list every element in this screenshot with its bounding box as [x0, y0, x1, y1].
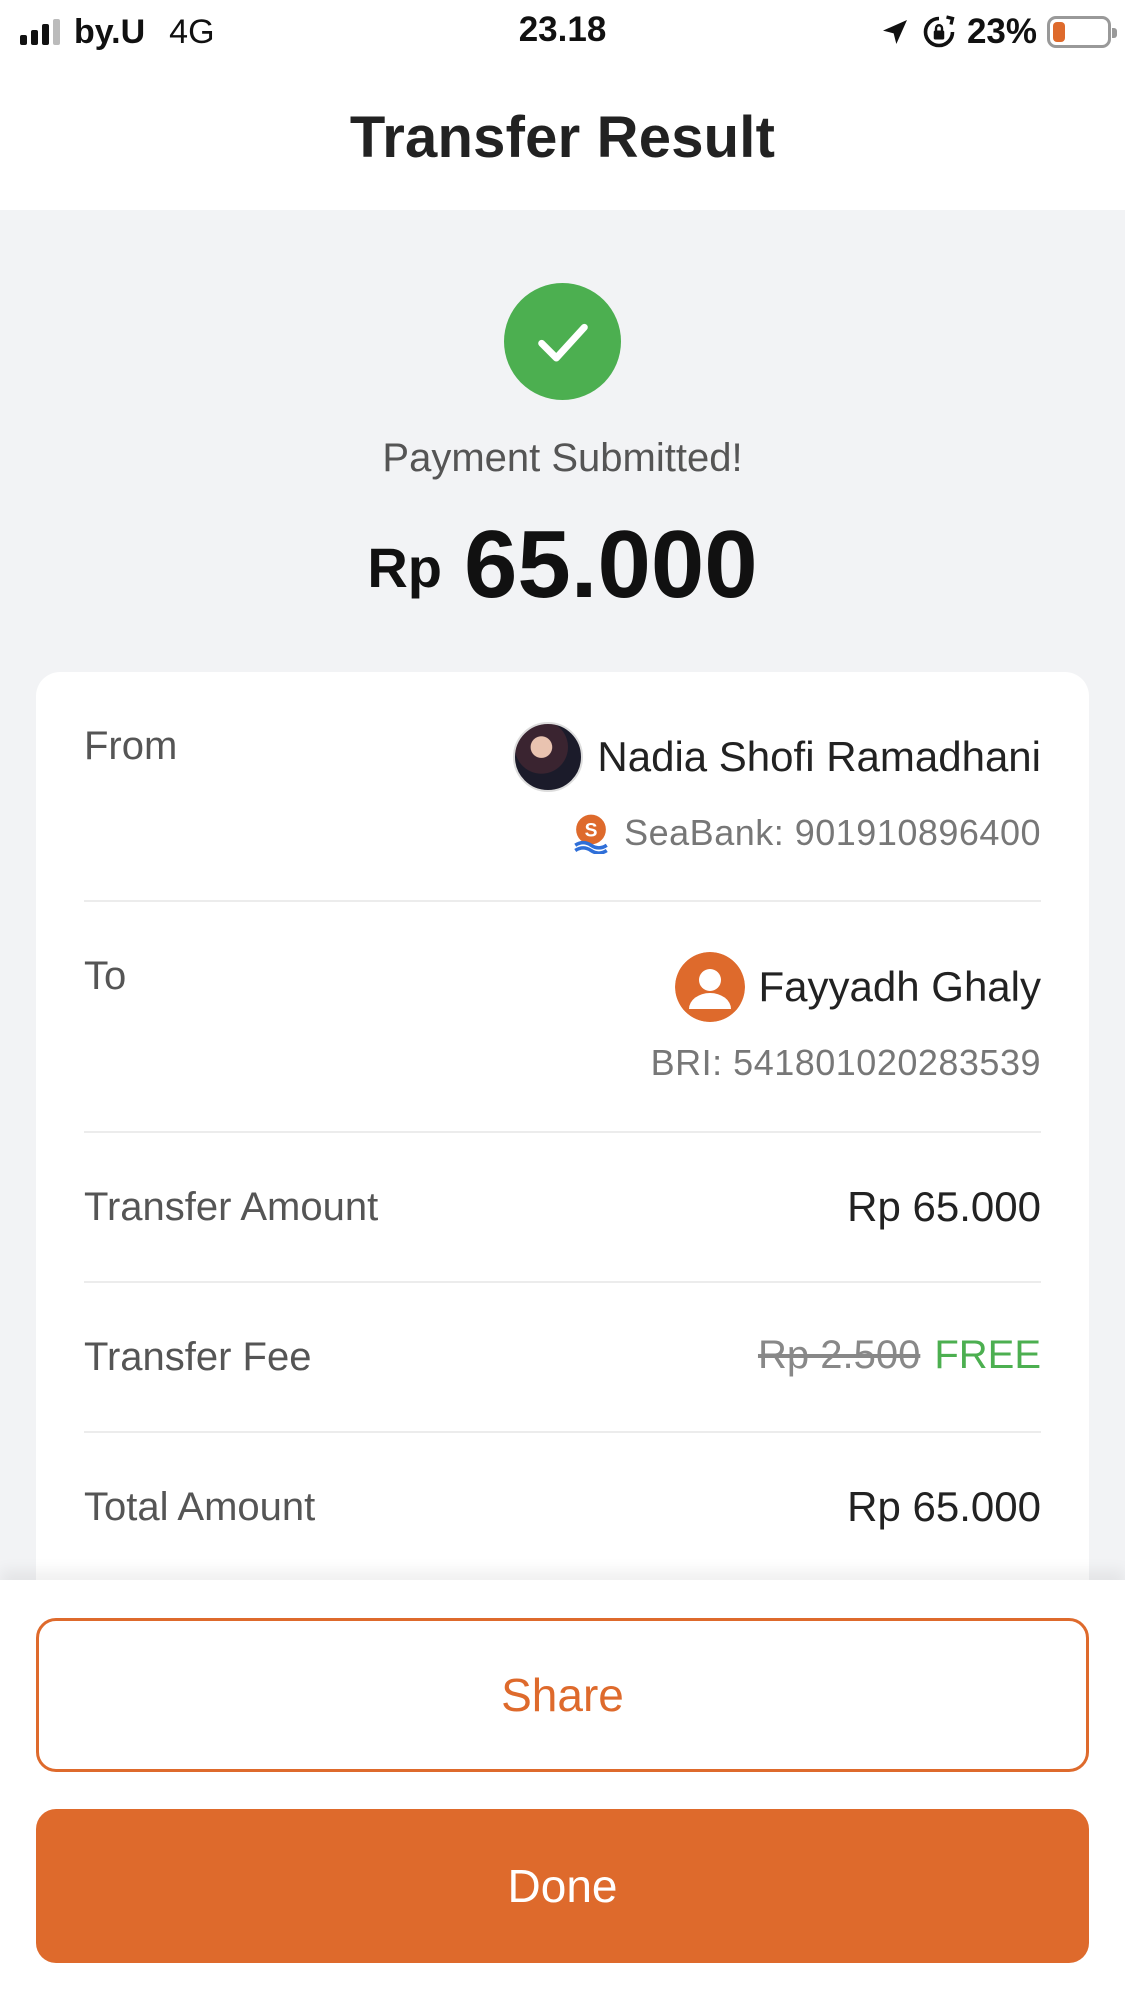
check-circle-icon — [504, 283, 621, 400]
bottom-action-bar: Share Done — [0, 1580, 1125, 2001]
from-row: From Nadia Shofi Ramadhani S SeaBank: 90… — [84, 672, 1041, 902]
original-fee: Rp 2.500 — [757, 1333, 921, 1377]
status-bar: by.U 4G 23.18 23% — [0, 0, 1125, 64]
sender-avatar — [513, 722, 584, 792]
total-amount-row: Total Amount Rp 65.000 — [84, 1433, 1041, 1583]
sender-account: SeaBank: 901910896400 — [624, 812, 1041, 853]
to-label: To — [84, 954, 127, 998]
done-button[interactable]: Done — [36, 1809, 1089, 1963]
transfer-fee-row: Transfer Fee Rp 2.500 FREE — [84, 1283, 1041, 1433]
battery-icon — [1047, 16, 1117, 48]
status-bar-right: 23% — [879, 10, 1117, 54]
from-details: Nadia Shofi Ramadhani S SeaBank: 9019108… — [513, 722, 1041, 854]
from-party: Nadia Shofi Ramadhani — [513, 722, 1041, 792]
total-amount-value: Rp 65.000 — [847, 1483, 1041, 1530]
share-button[interactable]: Share — [36, 1618, 1089, 1772]
svg-text:S: S — [585, 821, 598, 842]
from-label: From — [84, 724, 178, 768]
location-arrow-icon — [882, 20, 907, 44]
sender-account-line: S SeaBank: 901910896400 — [513, 812, 1041, 854]
transfer-details-card: From Nadia Shofi Ramadhani S SeaBank: 90… — [36, 672, 1089, 1632]
transfer-fee-label: Transfer Fee — [84, 1335, 312, 1379]
transfer-amount-value: Rp 65.000 — [847, 1183, 1041, 1230]
total-amount-label: Total Amount — [84, 1485, 316, 1529]
payment-status-message: Payment Submitted! — [382, 436, 743, 480]
to-row: To Fayyadh Ghaly BRI: 541801020283539 — [84, 902, 1041, 1133]
transfer-amount-label: Transfer Amount — [84, 1185, 379, 1229]
free-fee-badge: FREE — [934, 1333, 1041, 1377]
checkmark-icon — [537, 323, 588, 361]
rotation-lock-icon — [923, 15, 955, 48]
recipient-name: Fayyadh Ghaly — [758, 963, 1041, 1010]
recipient-account: BRI: 541801020283539 — [650, 1042, 1041, 1083]
transfer-fee-values: Rp 2.500 FREE — [758, 1333, 1041, 1378]
recipient-account-line: BRI: 541801020283539 — [651, 1042, 1041, 1084]
seabank-logo-icon: S — [574, 814, 608, 854]
to-party: Fayyadh Ghaly — [651, 952, 1041, 1022]
to-details: Fayyadh Ghaly BRI: 541801020283539 — [651, 952, 1041, 1084]
transfer-amount-row: Transfer Amount Rp 65.000 — [84, 1133, 1041, 1283]
battery-percent: 23% — [966, 12, 1037, 51]
amount-value: 65.000 — [464, 511, 758, 618]
page-header: Transfer Result — [0, 64, 1125, 210]
transfer-amount-display: Rp 65.000 — [0, 510, 1125, 620]
battery-level — [1053, 22, 1065, 42]
transfer-result-screen: by.U 4G 23.18 23% Transfer Result Paymen… — [0, 0, 1125, 2001]
amount-currency: Rp — [367, 536, 443, 599]
page-title: Transfer Result — [349, 104, 776, 170]
sender-name: Nadia Shofi Ramadhani — [597, 733, 1041, 780]
user-placeholder-icon — [674, 952, 745, 1022]
